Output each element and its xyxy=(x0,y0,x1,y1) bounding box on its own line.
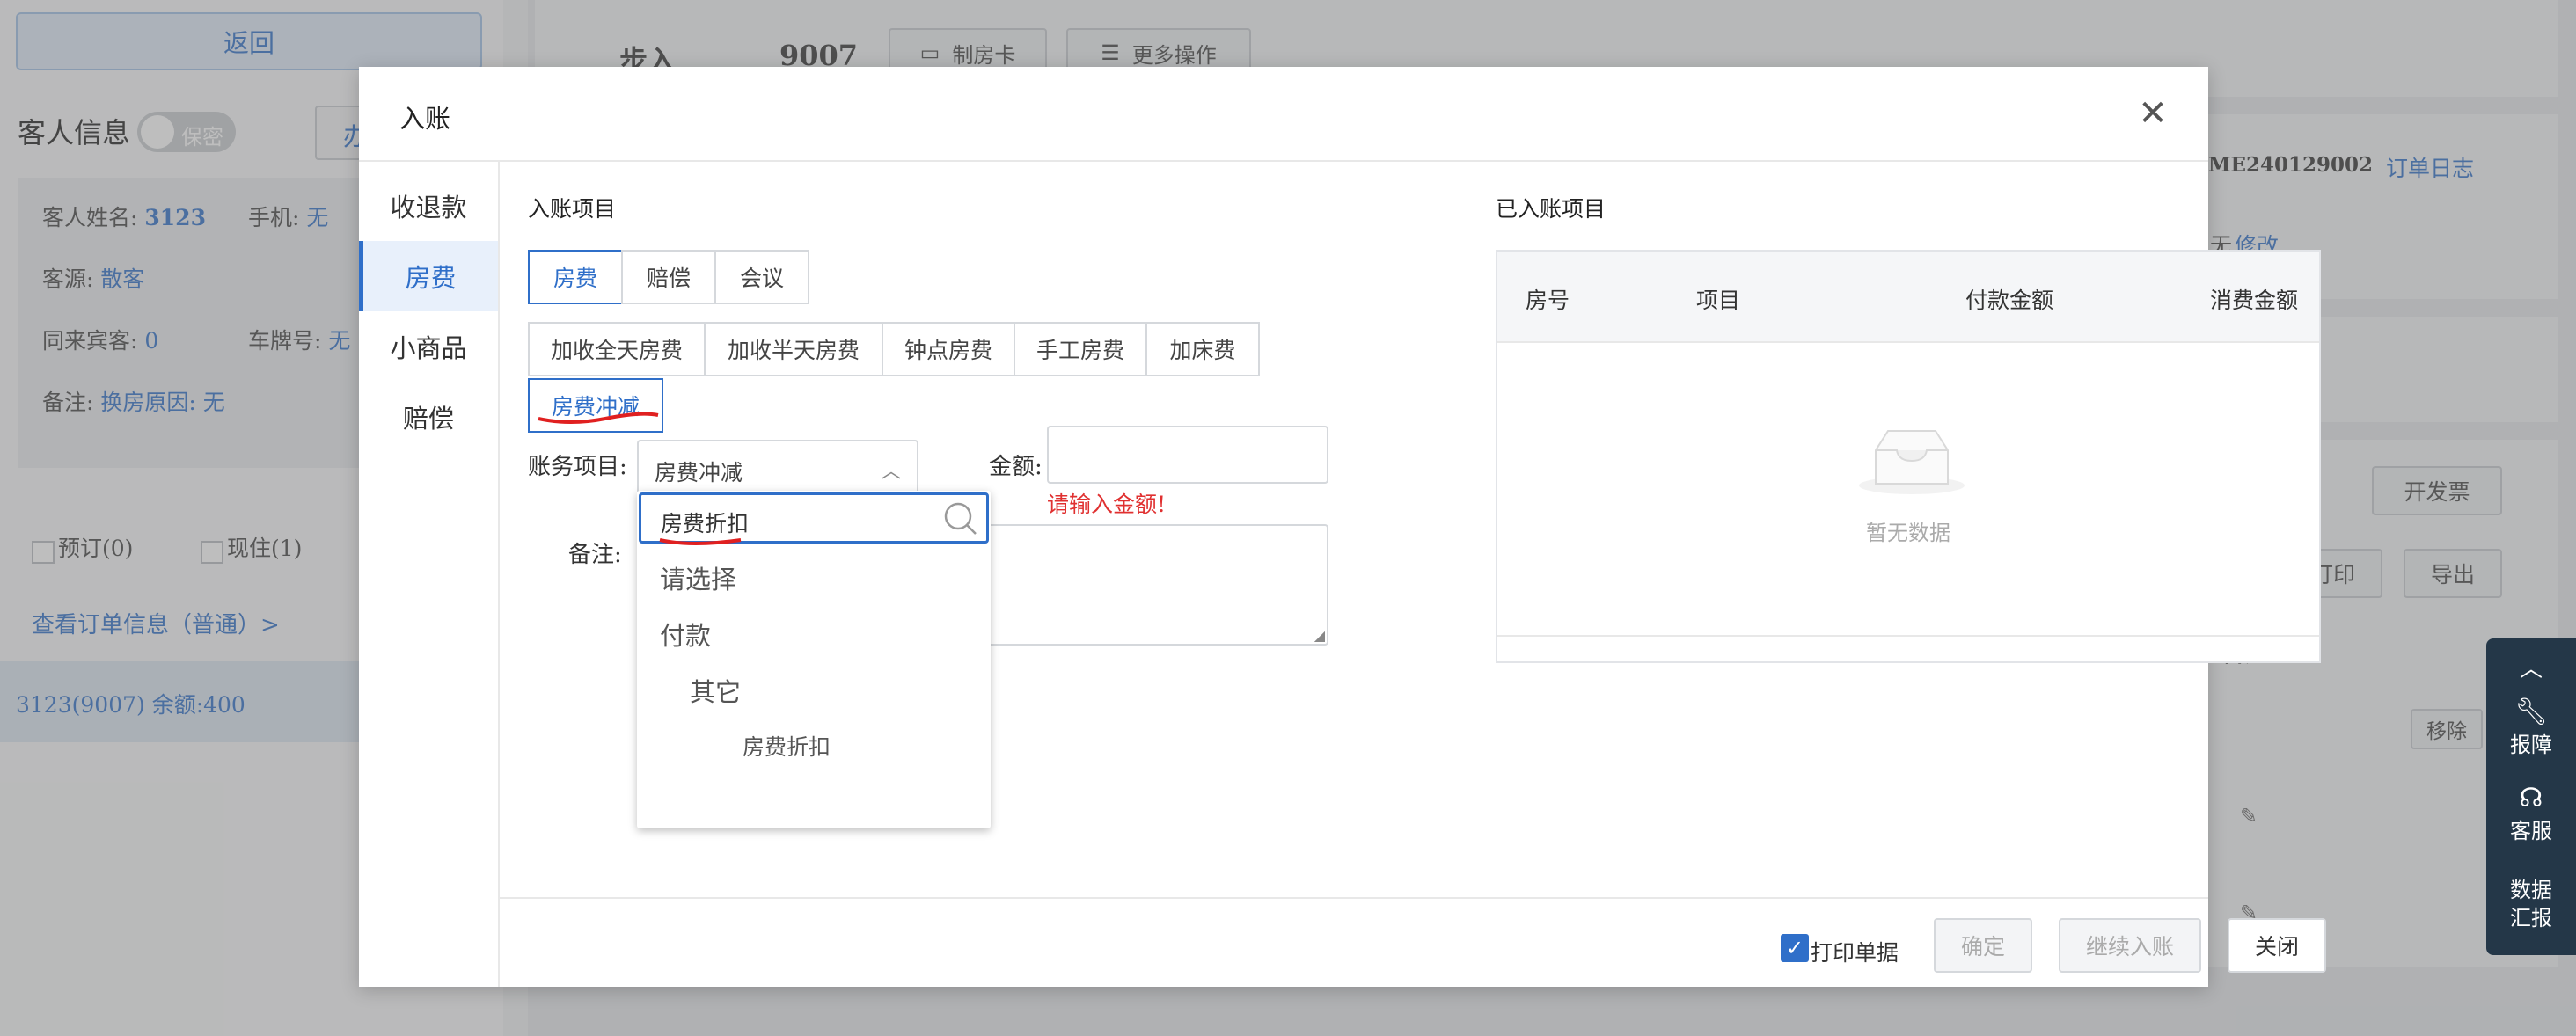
report-item[interactable]: 🔧︎ 报障 xyxy=(2486,697,2576,758)
continue-posting-button[interactable]: 继续入账 xyxy=(2059,918,2201,973)
subitem-half-day[interactable]: 加收半天房费 xyxy=(704,322,883,376)
amount-error: 请输入金额! xyxy=(1047,492,1167,517)
print-receipt-checkbox[interactable]: ✓ xyxy=(1781,934,1809,962)
close-icon[interactable]: ✕ xyxy=(2133,93,2173,134)
nav-room-fee[interactable]: 房费 xyxy=(359,241,498,311)
category-meeting[interactable]: 会议 xyxy=(714,250,809,304)
account-item-label: 账务项目: xyxy=(528,454,627,480)
subitem-hourly[interactable]: 钟点房费 xyxy=(882,322,1015,376)
modal-header: 入账 ✕ xyxy=(359,67,2208,162)
account-item-value: 房费冲减 xyxy=(655,460,743,485)
side-widget: ︿ 🔧︎ 报障 ☊ 客服 数据 汇报 xyxy=(2486,638,2576,955)
close-button[interactable]: 关闭 xyxy=(2228,918,2326,973)
red-underline-annotation xyxy=(538,412,659,424)
dropdown-group: 其它 xyxy=(690,677,742,707)
column-header: 付款金额 xyxy=(1965,288,2054,313)
chevron-up-icon: ︿ xyxy=(881,461,901,483)
posting-modal: 入账 ✕ 收退款 房费 小商品 赔偿 入账项目 房费 赔偿 会议 加收全天房费 … xyxy=(359,67,2326,987)
amount-label: 金额: xyxy=(989,454,1043,480)
account-item-dropdown: 房费折扣 请选择 付款 其它 房费折扣 xyxy=(637,491,991,828)
headset-icon: ☊ xyxy=(2519,783,2543,813)
empty-inbox-icon xyxy=(1859,430,1965,494)
modal-content: 入账项目 房费 赔偿 会议 加收全天房费 加收半天房费 钟点房费 手工房费 加床… xyxy=(500,162,2321,897)
service-label: 客服 xyxy=(2510,819,2552,843)
nav-compensation[interactable]: 赔偿 xyxy=(359,382,498,452)
posted-items-table: 房号 项目 付款金额 消费金额 暂无数据 xyxy=(1496,250,2321,663)
empty-text: 暂无数据 xyxy=(1866,521,1950,545)
service-item[interactable]: ☊ 客服 xyxy=(2486,783,2576,844)
table-header: 房号 项目 付款金额 消费金额 xyxy=(1497,252,2319,343)
confirm-button[interactable]: 确定 xyxy=(1934,918,2032,973)
table-divider xyxy=(1497,635,2319,637)
category-room-fee[interactable]: 房费 xyxy=(528,250,623,304)
dropdown-option[interactable]: 房费折扣 xyxy=(743,730,831,762)
nav-goods[interactable]: 小商品 xyxy=(359,311,498,382)
red-underline-annotation xyxy=(659,538,742,545)
nav-payments[interactable]: 收退款 xyxy=(359,171,498,241)
subitem-extra-bed[interactable]: 加床费 xyxy=(1145,322,1260,376)
account-item-select[interactable]: 房费冲减 ︿ xyxy=(637,440,918,494)
remark-label: 备注: xyxy=(568,542,622,568)
report-label: 报障 xyxy=(2510,733,2552,757)
chevron-up-icon[interactable]: ︿ xyxy=(2486,651,2576,683)
data-report-item[interactable]: 数据 汇报 xyxy=(2486,876,2576,932)
column-header: 项目 xyxy=(1696,288,1741,313)
amount-input[interactable] xyxy=(1047,426,1328,484)
dropdown-option[interactable]: 请选择 xyxy=(660,559,736,596)
modal-footer: ✓ 打印单据 确定 继续入账 关闭 xyxy=(500,897,2326,987)
subitem-full-day[interactable]: 加收全天房费 xyxy=(528,322,706,376)
category-compensation[interactable]: 赔偿 xyxy=(621,250,716,304)
wrench-icon: 🔧︎ xyxy=(2514,697,2549,727)
modal-title: 入账 xyxy=(399,104,451,134)
search-icon xyxy=(944,502,977,535)
print-receipt-label: 打印单据 xyxy=(1811,940,1899,966)
dropdown-group: 付款 xyxy=(660,621,712,651)
column-header: 消费金额 xyxy=(2210,288,2299,313)
resize-handle-icon[interactable]: ◢ xyxy=(1314,627,1325,644)
column-header: 房号 xyxy=(1526,288,1570,313)
posted-section-title: 已入账项目 xyxy=(1496,196,1606,222)
entry-section-title: 入账项目 xyxy=(528,196,617,222)
modal-nav: 收退款 房费 小商品 赔偿 xyxy=(359,162,500,987)
subitem-manual[interactable]: 手工房费 xyxy=(1014,322,1147,376)
